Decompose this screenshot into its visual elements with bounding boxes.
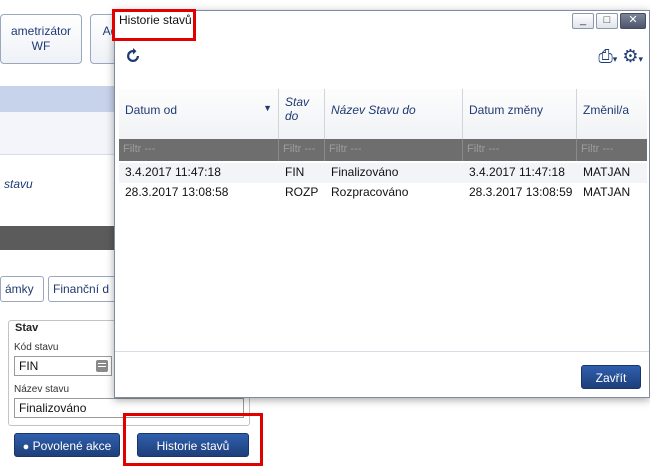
filter-input[interactable]: Filtr --- [325,139,463,161]
cell-stav-do: ROZP [285,185,319,199]
historie-stavu-dialog: Historie stavů _ □ ✕ ⎙▾ ⚙▾ Datum od ▼ St… [114,10,650,398]
kod-stavu-label: Kód stavu [14,342,59,353]
zavrit-button[interactable]: Zavřít [581,365,641,389]
tab-label: ametrizátor WF [10,24,72,53]
cell-nazev-stavu: Finalizováno [331,165,399,179]
button-label: Povolené akce [32,439,112,453]
maximize-button[interactable]: □ [596,13,618,29]
column-header-zmenil[interactable]: Změnil/a [577,89,647,139]
minimize-button[interactable]: _ [572,13,594,29]
filter-input[interactable]: Filtr --- [577,139,647,161]
highlight-historie-button [123,413,263,466]
sort-icon[interactable]: ▼ [263,103,272,113]
column-header-stav-do[interactable]: Stav do [279,89,325,139]
toolbar-right: ⎙▾ ⚙▾ [598,46,643,66]
history-grid: Datum od ▼ Stav do Název Stavu do Datum … [119,89,647,351]
cell-stav-do: FIN [285,165,305,179]
dialog-footer-divider [115,351,649,352]
printer-icon[interactable]: ⎙ [598,46,612,66]
table-row[interactable]: 28.3.2017 13:08:58 ROZP Rozpracováno 28.… [119,183,647,203]
cell-nazev-stavu: Rozpracováno [331,185,409,199]
column-header-datum-od[interactable]: Datum od ▼ [119,89,279,139]
subtab-label: Finanční d [53,282,110,296]
close-button[interactable]: ✕ [620,13,646,29]
filter-row: Filtr --- Filtr --- Filtr --- Filtr --- … [119,139,647,161]
tab-parametrizator-wf[interactable]: ametrizátor WF [0,14,82,64]
filter-input[interactable]: Filtr --- [463,139,577,161]
cell-datum-zmeny: 3.4.2017 11:47:18 [469,165,565,179]
list-picker-icon[interactable] [96,360,108,372]
subtab-label: ámky [5,282,34,296]
povolene-akce-button[interactable]: ● Povolené akce [14,433,120,457]
kod-stavu-field[interactable]: FIN [14,356,112,376]
nazev-stavu-value: Finalizováno [19,401,87,415]
gear-icon[interactable]: ⚙ [622,46,638,66]
column-header-datum-zmeny[interactable]: Datum změny [463,89,577,139]
sub-header-band [0,112,120,155]
refresh-icon[interactable] [125,48,141,64]
cell-zmenil: MATJAN [583,185,631,199]
cell-datum-od: 28.3.2017 13:08:58 [125,185,229,199]
fieldset-legend: Stav [13,322,41,334]
filter-input[interactable]: Filtr --- [279,139,325,161]
cell-datum-zmeny: 28.3.2017 13:08:59 [469,185,573,199]
cell-datum-od: 3.4.2017 11:47:18 [125,165,221,179]
dark-band [0,226,120,250]
header-band [0,86,120,112]
grid-header: Datum od ▼ Stav do Název Stavu do Datum … [119,89,647,140]
highlight-dialog-title [112,9,196,41]
nazev-stavu-label: Název stavu [14,384,70,395]
subtab-financni[interactable]: Finanční d [48,276,118,302]
kod-stavu-value: FIN [19,359,39,373]
table-row[interactable]: 3.4.2017 11:47:18 FIN Finalizováno 3.4.2… [119,163,647,183]
column-header-nazev-stavu[interactable]: Název Stavu do [325,89,463,139]
cell-zmenil: MATJAN [583,165,631,179]
users-icon: ● [22,441,30,453]
button-label: Zavřít [595,371,627,385]
filter-input[interactable]: Filtr --- [119,139,279,161]
section-label: stavu [4,177,33,191]
subtab-poznamky[interactable]: ámky [0,276,44,302]
